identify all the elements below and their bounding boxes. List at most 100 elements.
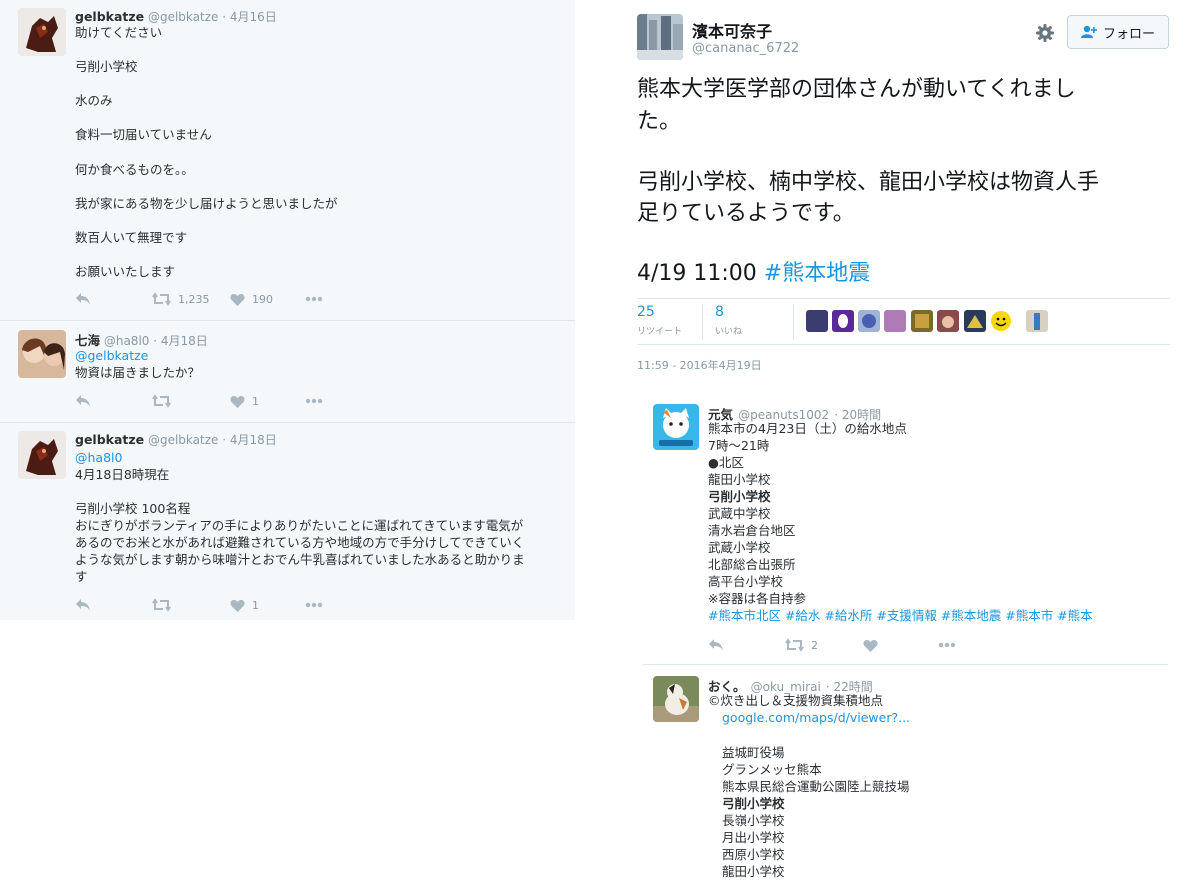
tweet1-line: 数百人いて無理です: [75, 230, 188, 245]
liker-avatar[interactable]: [990, 310, 1012, 332]
liker-avatar[interactable]: [937, 310, 959, 332]
liker-avatar[interactable]: [1026, 310, 1048, 332]
tweet1-username[interactable]: gelbkatze: [75, 9, 144, 24]
tweet1-line: 食料一切届いていません: [75, 127, 212, 142]
retweet-icon: [152, 598, 171, 612]
tweet2-handle[interactable]: @ha8l0: [104, 334, 150, 348]
stats-separator: [702, 304, 703, 340]
reply1-line: 弓削小学校: [708, 489, 771, 504]
like-button[interactable]: 1: [230, 393, 259, 409]
genki-avatar[interactable]: [653, 404, 699, 450]
retweet-icon: [785, 638, 804, 652]
right-tweet-panel: 濱本可奈子 @cananac_6722 フォロー 熊本大学医学部の団体さんが動い…: [615, 0, 1200, 882]
reply1-line: 北部総合出張所: [708, 557, 796, 572]
liker-avatar[interactable]: [832, 310, 854, 332]
tweet3-username[interactable]: gelbkatze: [75, 432, 144, 447]
liker-avatar[interactable]: [858, 310, 880, 332]
reply2-line: 龍田小学校: [722, 864, 785, 879]
tweet3-line: 4月18日8時現在: [75, 467, 170, 482]
tweet3-mention[interactable]: @ha8l0: [75, 449, 525, 466]
stats-divider-bottom: [637, 344, 1170, 345]
gelbkatze-avatar[interactable]: [18, 431, 66, 479]
reply2-line: 益城町役場: [722, 745, 785, 760]
main-tweet-line: た。: [637, 109, 682, 134]
reply1-hashtags[interactable]: #熊本市北区 #給水 #給水所 #支援情報 #熊本地震 #熊本市 #熊本: [708, 607, 1093, 624]
oku-avatar[interactable]: [653, 676, 699, 722]
reply2-line: ©炊き出し＆支援物資集積地点: [708, 693, 884, 708]
follow-button[interactable]: フォロー: [1067, 15, 1169, 49]
heart-icon: [863, 639, 878, 652]
retweet-button[interactable]: [152, 597, 171, 613]
reply2-line: 長嶺小学校: [722, 813, 785, 828]
tweet1-handle[interactable]: @gelbkatze: [148, 10, 218, 24]
liker-avatar[interactable]: [806, 310, 828, 332]
retweet-button[interactable]: [152, 393, 171, 409]
tweet3-line: おにぎりがボランティアの手によりありがたいことに運ばれてきています電気が: [75, 518, 524, 533]
tweet1-line: 水のみ: [75, 93, 113, 108]
like-button[interactable]: 190: [230, 291, 273, 307]
tweet1-line: 我が家にある物を少し届けようと思いましたが: [75, 196, 338, 211]
tweet3-line: す: [75, 569, 88, 584]
more-icon: [305, 398, 323, 404]
retweet-count: 2: [811, 638, 818, 652]
like-button[interactable]: [863, 637, 878, 653]
stats-separator: [793, 304, 794, 340]
divider: [643, 664, 1168, 665]
like-count: 1: [252, 394, 259, 408]
reply2-line: 弓削小学校: [722, 796, 785, 811]
author-avatar[interactable]: [637, 14, 683, 60]
tweet2-date[interactable]: · 4月18日: [153, 334, 208, 348]
heart-icon: [230, 599, 245, 612]
retweet-button[interactable]: 2: [785, 637, 818, 653]
divider: [0, 422, 575, 423]
nanami-avatar[interactable]: [18, 330, 66, 378]
gear-icon: [1036, 24, 1054, 42]
reply-icon: [76, 293, 90, 305]
tweet1-line: 何か食べるものを。。: [75, 162, 194, 177]
tweet2-mention[interactable]: @gelbkatze: [75, 347, 200, 364]
retweet-count[interactable]: 25: [637, 304, 655, 320]
liker-avatar[interactable]: [964, 310, 986, 332]
reply2-line: 熊本県民総合運動公園陸上競技場: [722, 779, 910, 794]
reply1-line: 7時～21時: [708, 438, 770, 453]
reply1-line: 熊本市の4月23日（土）の給水地点: [708, 421, 907, 436]
tweet1-date[interactable]: · 4月16日: [222, 10, 277, 24]
more-button[interactable]: [938, 637, 956, 653]
author-name[interactable]: 濱本可奈子: [692, 18, 772, 42]
heart-icon: [230, 293, 245, 306]
reply-button[interactable]: [75, 597, 91, 613]
reply2-line: グランメッセ熊本: [722, 762, 822, 777]
reply2-map-link[interactable]: google.com/maps/d/viewer?...: [708, 709, 910, 726]
author-handle[interactable]: @cananac_6722: [692, 41, 799, 56]
main-tweet-hashtag[interactable]: #熊本地震: [764, 261, 870, 286]
like-button[interactable]: 1: [230, 597, 259, 613]
divider: [0, 320, 575, 321]
tweet2-username[interactable]: 七海: [75, 333, 100, 348]
tweet-timestamp[interactable]: 11:59 - 2016年4月19日: [637, 357, 762, 373]
main-tweet-line: 弓削小学校、楠中学校、龍田小学校は物資人手: [637, 170, 1100, 195]
reply-icon: [76, 599, 90, 611]
stats-divider-top: [637, 298, 1170, 299]
tweet3-header: gelbkatze @gelbkatze · 4月18日: [75, 431, 277, 448]
liker-avatar[interactable]: [911, 310, 933, 332]
more-button[interactable]: [305, 291, 323, 307]
reply-icon: [709, 639, 723, 651]
reply1-line: ●北区: [708, 455, 744, 470]
tweet3-date[interactable]: · 4月18日: [222, 433, 277, 447]
main-tweet-time-line: 4/19 11:00 #熊本地震: [637, 258, 870, 289]
retweet-icon: [152, 394, 171, 408]
more-button[interactable]: [305, 393, 323, 409]
gear-button[interactable]: [1035, 23, 1055, 43]
gelbkatze-avatar[interactable]: [18, 8, 66, 56]
more-button[interactable]: [305, 597, 323, 613]
reply2-body: ©炊き出し＆支援物資集積地点 google.com/maps/d/viewer?…: [708, 692, 910, 726]
like-count[interactable]: 8: [715, 304, 724, 320]
reply-button[interactable]: [708, 637, 724, 653]
reply1-line: 龍田小学校: [708, 472, 771, 487]
liker-avatar[interactable]: [884, 310, 906, 332]
tweet3-handle[interactable]: @gelbkatze: [148, 433, 218, 447]
retweet-button[interactable]: 1,235: [152, 291, 210, 307]
reply-button[interactable]: [75, 393, 91, 409]
more-icon: [305, 296, 323, 302]
reply-button[interactable]: [75, 291, 91, 307]
